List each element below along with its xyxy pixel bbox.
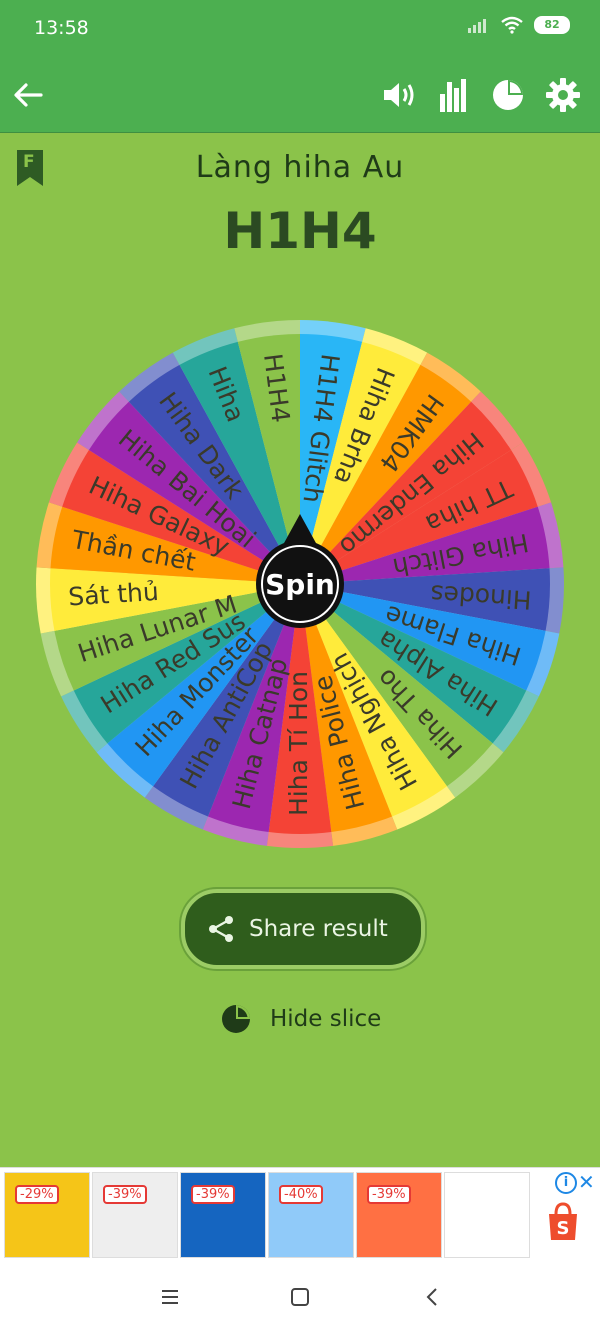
hide-slice-label: Hide slice [270, 1006, 382, 1032]
ad-product-tile[interactable]: -40% [268, 1172, 354, 1258]
back-button[interactable] [10, 58, 46, 132]
app-bar [0, 58, 600, 133]
hide-slice-button[interactable]: Hide slice [220, 1002, 381, 1036]
ad-product-tile[interactable]: -39% [180, 1172, 266, 1258]
sound-button[interactable] [380, 58, 420, 132]
ad-product-tile[interactable] [444, 1172, 530, 1258]
share-result-button[interactable]: Share result [181, 889, 425, 969]
discount-badge: -40% [279, 1185, 323, 1204]
ad-product-tile[interactable]: -29% [4, 1172, 90, 1258]
shopping-bag-icon: S [549, 1202, 577, 1240]
back-nav-icon[interactable] [422, 1287, 442, 1307]
wheel-svg: H1H4 GlitchHiha BrhaHMK04Hiha EndermoTT … [35, 320, 564, 849]
settings-button[interactable] [544, 58, 582, 132]
wheel-subtitle: Làng hiha Au [195, 150, 405, 185]
spin-label: Spin [265, 568, 335, 601]
pie-icon [493, 80, 523, 110]
signal-icon [468, 19, 486, 33]
ad-product-tile[interactable]: -39% [356, 1172, 442, 1258]
stats-icon [440, 79, 466, 112]
volume-icon [384, 83, 414, 107]
settings-icon [546, 78, 580, 112]
wheel-screen: F Làng hiha Au H1H4 H1H4 Glitch Hiha Brha… [0, 132, 600, 1167]
status-indicators: 82 [468, 16, 570, 34]
wheel-slice-label: Sát thủ [67, 577, 159, 612]
ad-close-icon[interactable]: ✕ [578, 1170, 595, 1194]
wheel-slice-label: Hiha Tí Hon [284, 671, 313, 816]
discount-badge: -39% [367, 1185, 411, 1204]
battery-indicator: 82 [534, 16, 570, 34]
wheel-title: H1H4 [223, 202, 377, 260]
status-bar: 13:58 82 [0, 0, 600, 58]
pie-chart-button[interactable] [490, 58, 526, 132]
arrow-left-icon [14, 83, 43, 107]
ad-info-icon[interactable]: i [555, 1172, 577, 1194]
svg-text:S: S [557, 1218, 570, 1239]
status-time: 13:58 [34, 17, 89, 39]
home-icon[interactable] [290, 1287, 310, 1307]
stats-button[interactable] [436, 58, 472, 132]
ad-product-tile[interactable]: -39% [92, 1172, 178, 1258]
discount-badge: -39% [191, 1185, 235, 1204]
share-result-label: Share result [249, 916, 388, 942]
share-icon [209, 916, 233, 942]
spin-wheel[interactable]: H1H4 Glitch Hiha Brha HMK04 Hiha Endermo TT … [30, 314, 570, 854]
system-nav-bar [0, 1261, 600, 1333]
menu-icon[interactable] [160, 1288, 180, 1306]
pie-icon [222, 1005, 250, 1033]
wifi-icon [501, 16, 523, 34]
discount-badge: -39% [103, 1185, 147, 1204]
discount-badge: -29% [15, 1185, 59, 1204]
ad-banner[interactable]: -29% -39% -39% -40% -39% i ✕ S [0, 1167, 600, 1262]
